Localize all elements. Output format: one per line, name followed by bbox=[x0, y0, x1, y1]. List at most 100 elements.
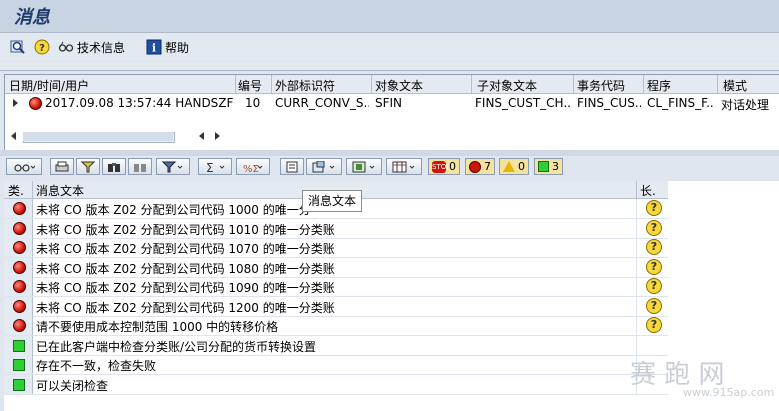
title-bar: 消息 bbox=[0, 0, 779, 33]
col-subobject-text[interactable]: 子对象文本 bbox=[477, 77, 537, 94]
magnifier-icon bbox=[10, 39, 26, 55]
error-status-icon bbox=[13, 280, 26, 293]
scroll-left-end-icon[interactable] bbox=[199, 132, 204, 140]
views-icon bbox=[352, 161, 375, 172]
col-mode[interactable]: 模式 bbox=[723, 77, 747, 94]
error-status-icon bbox=[29, 97, 42, 110]
long-text-cell bbox=[636, 335, 669, 355]
print-preview-button[interactable] bbox=[280, 158, 304, 175]
filter-print-button[interactable] bbox=[76, 158, 100, 175]
binoculars-plus-icon bbox=[134, 163, 146, 172]
help-text-button[interactable]: i 帮助 bbox=[146, 37, 189, 57]
message-row[interactable]: 未将 CO 版本 Z02 分配到公司代码 1200 的唯一分类账? bbox=[4, 296, 669, 317]
message-row[interactable]: 未将 CO 版本 Z02 分配到公司代码 1010 的唯一分类账? bbox=[4, 218, 669, 239]
long-text-help-icon[interactable]: ? bbox=[646, 278, 662, 294]
export-icon bbox=[312, 160, 335, 172]
cell-mode: 对话处理 bbox=[721, 98, 770, 112]
expand-arrow-icon[interactable] bbox=[13, 99, 18, 107]
scroll-right-icon[interactable] bbox=[215, 132, 220, 140]
scroll-left-icon[interactable] bbox=[11, 132, 16, 140]
message-text: 未将 CO 版本 Z02 分配到公司代码 1000 的唯一分 bbox=[36, 203, 311, 217]
application-toolbar: ? 技术信息 i 帮助 bbox=[0, 33, 779, 61]
scroll-thumb[interactable] bbox=[23, 132, 173, 141]
message-row[interactable]: 未将 CO 版本 Z02 分配到公司代码 1070 的唯一分类账? bbox=[4, 238, 668, 258]
glasses-icon bbox=[58, 39, 74, 55]
technical-info-button[interactable]: 技术信息 bbox=[58, 37, 125, 57]
long-text-help-icon[interactable]: ? bbox=[646, 200, 662, 216]
message-row[interactable]: 未将 CO 版本 Z02 分配到公司代码 1090 的唯一分类账? bbox=[4, 277, 668, 297]
info-i-icon: i bbox=[146, 39, 162, 55]
long-text-cell: ? bbox=[636, 257, 669, 277]
message-row[interactable]: 存在不一致，检查失败 bbox=[4, 355, 668, 375]
message-text: 未将 CO 版本 Z02 分配到公司代码 1090 的唯一分类账 bbox=[36, 281, 335, 295]
success-status-icon bbox=[13, 339, 25, 352]
message-text: 未将 CO 版本 Z02 分配到公司代码 1200 的唯一分类账 bbox=[36, 300, 335, 315]
row-type-cell bbox=[4, 218, 33, 238]
message-text: 请不要使用成本控制范围 1000 中的转移价格 bbox=[36, 320, 279, 334]
print-button[interactable] bbox=[50, 158, 74, 175]
export-button[interactable] bbox=[306, 158, 342, 175]
success-status-icon bbox=[13, 378, 25, 391]
col-message-text[interactable]: 消息文本 bbox=[36, 182, 84, 199]
layout-button[interactable] bbox=[386, 158, 422, 175]
cell-external-id: CURR_CONV_S... bbox=[275, 96, 369, 110]
window-title: 消息 bbox=[14, 7, 50, 28]
svg-text:i: i bbox=[152, 42, 156, 55]
row-type-cell bbox=[4, 355, 33, 374]
long-text-cell: ? bbox=[636, 199, 669, 218]
row-type-cell bbox=[4, 374, 33, 394]
filter-button[interactable] bbox=[156, 158, 190, 175]
message-row[interactable]: 未将 CO 版本 Z02 分配到公司代码 1080 的唯一分类账? bbox=[4, 257, 669, 278]
warning-count-button[interactable]: 0 bbox=[499, 158, 529, 175]
find-next-button[interactable] bbox=[128, 158, 152, 175]
col-long-text[interactable]: 长. bbox=[640, 182, 656, 199]
subtotal-button[interactable]: %Σ bbox=[236, 158, 270, 175]
message-text: 未将 CO 版本 Z02 分配到公司代码 1070 的唯一分类账 bbox=[36, 242, 335, 256]
horizontal-scrollbar[interactable] bbox=[9, 129, 227, 143]
filter-icon bbox=[162, 161, 183, 172]
col-program[interactable]: 程序 bbox=[647, 77, 671, 94]
help-label: 帮助 bbox=[165, 40, 190, 55]
col-external-id[interactable]: 外部标识符 bbox=[275, 77, 335, 94]
watermark-url: www.915ap.com bbox=[683, 386, 775, 399]
col-datetime-user[interactable]: 日期/时间/用户 bbox=[9, 77, 89, 94]
success-count-button[interactable]: 3 bbox=[534, 158, 563, 175]
message-row[interactable]: 请不要使用成本控制范围 1000 中的转移价格? bbox=[4, 316, 668, 336]
cell-subobject-text: FINS_CUST_CH... bbox=[475, 96, 571, 110]
log-header-row[interactable]: 2017.09.08 13:57:44 HANDSZF 10 CURR_CONV… bbox=[5, 94, 779, 112]
warning-triangle-icon bbox=[503, 161, 515, 172]
find-button[interactable] bbox=[10, 37, 26, 57]
long-text-cell: ? bbox=[636, 316, 669, 335]
message-text: 已在此客户端中检查分类账/公司分配的货币转换设置 bbox=[36, 339, 317, 354]
long-text-cell: ? bbox=[636, 296, 669, 316]
message-row[interactable]: 已在此客户端中检查分类账/公司分配的货币转换设置 bbox=[4, 335, 669, 356]
long-text-help-icon[interactable]: ? bbox=[646, 258, 662, 275]
error-status-icon bbox=[13, 241, 26, 254]
long-text-help-icon[interactable]: ? bbox=[646, 219, 662, 236]
long-text-cell: ? bbox=[636, 218, 669, 238]
error-icon bbox=[469, 160, 481, 173]
col-number[interactable]: 编号 bbox=[238, 77, 262, 94]
technical-details-button[interactable] bbox=[6, 158, 42, 175]
svg-text:%Σ: %Σ bbox=[243, 164, 259, 173]
stop-count-button[interactable]: STOP 0 bbox=[428, 158, 460, 175]
col-object-text[interactable]: 对象文本 bbox=[375, 77, 423, 94]
error-count-button[interactable]: 7 bbox=[465, 158, 495, 175]
sum-button[interactable]: Σ bbox=[198, 158, 232, 175]
error-status-icon bbox=[13, 202, 26, 215]
long-text-help-icon[interactable]: ? bbox=[646, 317, 662, 333]
col-type[interactable]: 类. bbox=[8, 182, 24, 199]
find-button-alv[interactable] bbox=[102, 158, 126, 175]
help-button[interactable]: ? bbox=[34, 37, 50, 57]
cell-number: 10 bbox=[245, 96, 261, 110]
views-button[interactable] bbox=[346, 158, 382, 175]
row-type-cell bbox=[4, 238, 33, 257]
error-count: 7 bbox=[484, 160, 491, 173]
success-square-icon bbox=[538, 161, 549, 172]
long-text-cell: ? bbox=[636, 238, 669, 257]
long-text-help-icon[interactable]: ? bbox=[646, 239, 662, 255]
help-question-icon: ? bbox=[34, 39, 50, 55]
message-row[interactable]: 可以关闭检查 bbox=[4, 374, 668, 395]
col-transaction-code[interactable]: 事务代码 bbox=[577, 77, 625, 94]
long-text-help-icon[interactable]: ? bbox=[646, 297, 662, 314]
